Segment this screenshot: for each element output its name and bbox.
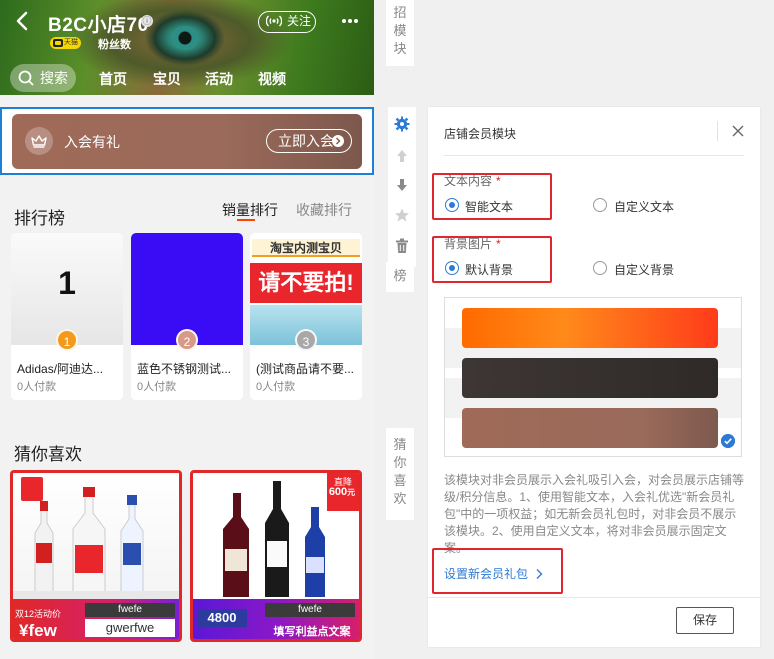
member-crown-badge [25, 127, 53, 155]
radio-custom-text-label[interactable]: 自定义文本 [614, 198, 674, 215]
favorite-star-icon[interactable] [394, 207, 410, 223]
tmall-crown-icon [53, 39, 63, 47]
title-divider [717, 121, 718, 141]
panel-header-divider [444, 155, 744, 156]
banner-image [170, 26, 200, 50]
chevron-right-icon [332, 135, 344, 147]
close-icon[interactable] [731, 124, 745, 138]
radio-custom-bg-label[interactable]: 自定义背景 [614, 261, 674, 278]
member-banner-text: 入会有礼 [64, 134, 120, 150]
nav-tab-videos[interactable]: 视频 [258, 69, 286, 89]
fans-count-label: 粉丝数 [98, 39, 131, 51]
store-header-banner: B2C小店70 ⓘ 天猫 粉丝数 关注 搜索 首页 宝贝 活动 视频 [0, 0, 374, 95]
bg-swatch-dark[interactable] [462, 358, 718, 398]
promo-tag: 双12活动价 [15, 609, 62, 619]
guess-you-like-title: 猜你喜欢 [14, 445, 82, 464]
ranking-title: 排行榜 [14, 209, 65, 228]
rank-medal: 1 [56, 329, 78, 351]
member-module-settings-panel: 店铺会员模块 文本内容 * 智能文本 自定义文本 背景图片 * 默认背景 自定义背景… [428, 107, 760, 647]
price: ¥few [19, 621, 57, 640]
tab-sales-ranking[interactable]: 销量排行 [222, 200, 278, 220]
product-name: (测试商品请不要... [256, 362, 354, 376]
selected-check-icon [721, 434, 735, 448]
tab-favorites-ranking[interactable]: 收藏排行 [296, 200, 352, 220]
join-member-label: 立即入会 [278, 133, 334, 149]
more-icon[interactable] [341, 12, 359, 30]
join-member-button[interactable]: 立即入会 [266, 129, 352, 153]
tmall-badge-text: 天猫 [64, 39, 78, 46]
product-image [13, 473, 179, 601]
delete-trash-icon[interactable] [394, 238, 410, 254]
nav-tab-home[interactable]: 首页 [99, 69, 127, 89]
side-label-ranking-text: 榜 [393, 268, 407, 283]
radio-custom-bg[interactable] [593, 261, 607, 275]
rank-medal: 2 [176, 329, 198, 351]
price-value: few [28, 621, 57, 640]
liquor-bottles-image [13, 477, 179, 601]
ranking-module: 排行榜 销量排行 收藏排行 1 1 Adidas/阿迪达... 0人付款 2 蓝… [0, 184, 374, 404]
broadcast-icon [266, 15, 282, 27]
info-icon[interactable]: ⓘ [141, 15, 153, 27]
label-top: fwefe [85, 603, 175, 617]
promo-text: 填写利益点文案 [273, 626, 351, 638]
save-button[interactable]: 保存 [676, 607, 734, 634]
side-label-guess: 猜你喜欢 [386, 428, 414, 520]
ranking-item[interactable]: 淘宝内测宝贝 请不要拍! 3 (测试商品请不要... 0人付款 [250, 233, 362, 400]
search-label: 搜索 [40, 70, 68, 86]
bg-swatch-brown[interactable] [462, 408, 718, 448]
recommend-item[interactable]: 直降 600元 4800 fwefe 填写利益点文案 [190, 470, 362, 642]
radio-custom-text[interactable] [593, 198, 607, 212]
store-name: B2C小店70 [48, 15, 149, 36]
test-banner-top: 淘宝内测宝贝 [252, 239, 360, 257]
product-name: 蓝色不锈钢测试... [137, 362, 232, 376]
back-icon[interactable] [14, 11, 30, 31]
settings-gear-icon[interactable] [394, 116, 410, 132]
product-sales: 0人付款 [17, 381, 57, 393]
move-down-icon[interactable] [394, 177, 410, 193]
discount-badge-value: 600元 [325, 486, 359, 498]
follow-label: 关注 [287, 14, 312, 28]
store-nav-bar: 搜索 首页 宝贝 活动 视频 [0, 62, 374, 95]
tmall-badge: 天猫 [50, 37, 81, 49]
discount-badge-number: 600 [328, 486, 348, 498]
ranking-item[interactable]: 2 蓝色不锈钢测试... 0人付款 [131, 233, 243, 400]
store-search-button[interactable]: 搜索 [10, 64, 76, 92]
product-image-text: 1 [58, 265, 76, 301]
highlight-box-text-content [432, 173, 552, 220]
bg-swatch-picker [444, 297, 742, 457]
store-preview: B2C小店70 ⓘ 天猫 粉丝数 关注 搜索 首页 宝贝 活动 视频 入会有礼 … [0, 0, 374, 659]
nav-tab-products[interactable]: 宝贝 [153, 69, 181, 89]
label-top: fwefe [265, 603, 355, 617]
side-label-recruit-module: 招模块 [386, 0, 414, 66]
rank-medal: 3 [295, 329, 317, 351]
bg-swatch-orange[interactable] [462, 308, 718, 348]
panel-title: 店铺会员模块 [444, 127, 517, 141]
search-icon [18, 70, 34, 86]
recommend-item[interactable]: 双12活动价 ¥few fwefe gwerfwe [10, 470, 182, 642]
nav-tab-events[interactable]: 活动 [205, 69, 233, 89]
module-help-text: 该模块对非会员展示入会礼吸引入会，对会员展示店铺等级/积分信息。1、使用智能文本… [444, 473, 745, 555]
member-module-selected[interactable]: 入会有礼 立即入会 [0, 107, 374, 175]
product-name: Adidas/阿迪达... [17, 362, 104, 376]
crown-icon [31, 135, 47, 148]
active-tab-underline [237, 219, 255, 221]
discount-badge-unit: 元 [347, 488, 356, 497]
price: 4800 [197, 609, 247, 627]
label-sub: gwerfwe [85, 619, 175, 637]
highlight-box-gift-link [432, 548, 563, 594]
side-label-recruit-text: 招模块 [393, 5, 407, 56]
product-sales: 0人付款 [137, 381, 177, 393]
panel-footer-divider [428, 597, 760, 598]
product-sales: 0人付款 [256, 381, 296, 393]
module-toolbar [388, 107, 416, 267]
member-banner: 入会有礼 立即入会 [12, 114, 362, 169]
follow-button[interactable]: 关注 [258, 11, 316, 33]
move-up-icon[interactable] [394, 148, 410, 164]
highlight-box-bg-image [432, 236, 552, 283]
test-banner-main: 请不要拍! [250, 263, 362, 303]
ranking-item[interactable]: 1 1 Adidas/阿迪达... 0人付款 [11, 233, 123, 400]
side-label-guess-text: 猜你喜欢 [393, 437, 407, 506]
